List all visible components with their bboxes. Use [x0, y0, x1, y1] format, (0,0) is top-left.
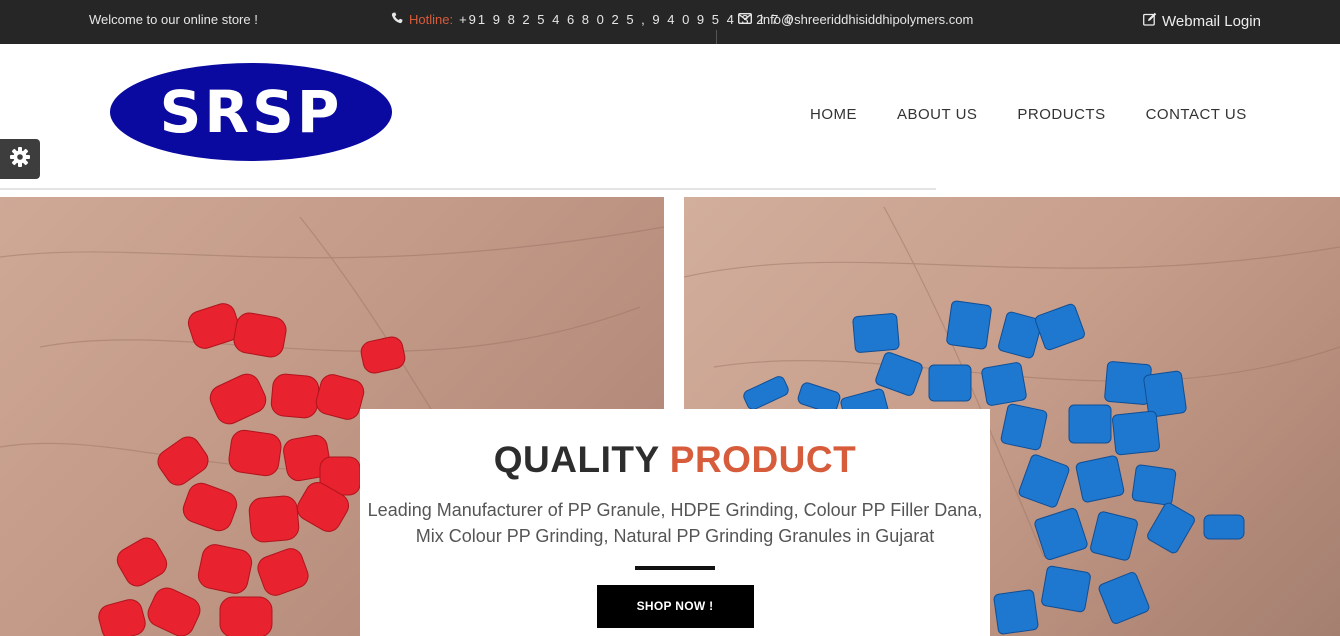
webmail-label: Webmail Login — [1162, 12, 1261, 30]
logo[interactable]: SRSP — [109, 62, 393, 162]
hotline-label: Hotline: — [409, 12, 454, 27]
gear-icon — [9, 146, 31, 173]
envelope-icon — [737, 12, 753, 27]
main-nav: HOME ABOUT US PRODUCTS CONTACT US — [810, 106, 1247, 123]
header-divider — [0, 188, 936, 190]
shop-now-button[interactable]: SHOP NOW ! — [596, 585, 754, 628]
hero-caption: QUALITY PRODUCT Leading Manufacturer of … — [360, 409, 990, 636]
hero-slider: QUALITY PRODUCT Leading Manufacturer of … — [0, 197, 1340, 636]
nav-about-us[interactable]: ABOUT US — [897, 106, 977, 123]
top-bar: Welcome to our online store ! Hotline: +… — [0, 0, 1340, 44]
hero-title-accent: PRODUCT — [669, 439, 857, 480]
hero-title-main: QUALITY — [493, 439, 659, 480]
phone-icon — [391, 12, 403, 27]
hero-title: QUALITY PRODUCT — [360, 439, 990, 481]
hotline: Hotline: +91 9 8 2 5 4 6 8 0 2 5 , 9 4 0… — [391, 12, 795, 27]
hero-divider — [635, 566, 715, 570]
nav-home[interactable]: HOME — [810, 106, 857, 123]
nav-contact-us[interactable]: CONTACT US — [1146, 106, 1247, 123]
webmail-login-link[interactable]: Webmail Login — [1143, 12, 1261, 30]
edit-icon — [1143, 12, 1157, 30]
email-address[interactable]: info@shreeriddhisiddhipolymers.com — [760, 12, 973, 27]
site-header: SRSP HOME ABOUT US PRODUCTS CONTACT US — [0, 44, 1340, 196]
logo-text: SRSP — [159, 78, 343, 146]
hero-description: Leading Manufacturer of PP Granule, HDPE… — [367, 500, 983, 546]
email-contact[interactable]: info@shreeriddhisiddhipolymers.com — [737, 12, 973, 27]
nav-products[interactable]: PRODUCTS — [1017, 106, 1105, 123]
topbar-divider — [716, 30, 717, 44]
settings-toggle-button[interactable] — [0, 139, 40, 179]
welcome-text: Welcome to our online store ! — [89, 12, 258, 27]
